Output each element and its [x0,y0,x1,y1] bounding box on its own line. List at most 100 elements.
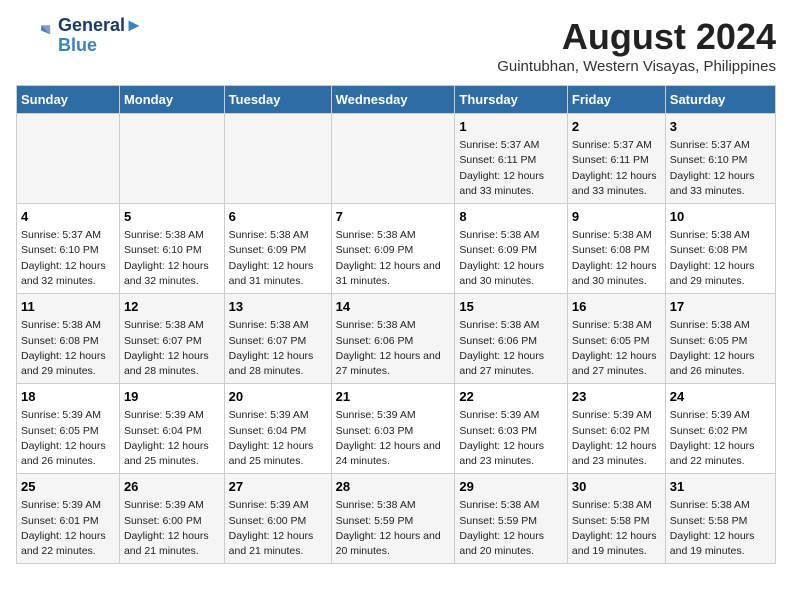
day-content: Sunrise: 5:38 AM Sunset: 6:10 PM Dayligh… [124,228,220,289]
calendar-cell: 10Sunrise: 5:38 AM Sunset: 6:08 PM Dayli… [665,204,775,294]
day-number: 15 [459,298,563,316]
day-number: 28 [336,478,451,496]
day-content: Sunrise: 5:39 AM Sunset: 6:04 PM Dayligh… [229,408,327,469]
day-content: Sunrise: 5:38 AM Sunset: 6:09 PM Dayligh… [336,228,451,289]
header-cell-friday: Friday [567,86,665,114]
week-row-5: 25Sunrise: 5:39 AM Sunset: 6:01 PM Dayli… [17,474,776,564]
day-number: 4 [21,208,115,226]
calendar-cell: 16Sunrise: 5:38 AM Sunset: 6:05 PM Dayli… [567,294,665,384]
header-cell-wednesday: Wednesday [331,86,455,114]
week-row-4: 18 Sunrise: 5:39 AM Sunset: 6:05 PM Dayli… [17,384,776,474]
day-content: Sunrise: 5:39 AM Sunset: 6:05 PM Dayligh… [21,408,115,469]
main-title: August 2024 [497,16,776,58]
day-content: Sunrise: 5:39 AM Sunset: 6:00 PM Dayligh… [229,498,327,559]
day-number: 22 [459,388,563,406]
week-row-2: 4 Sunrise: 5:37 AM Sunset: 6:10 PM Daylig… [17,204,776,294]
day-content: Sunrise: 5:38 AM Sunset: 6:05 PM Dayligh… [670,318,771,379]
day-number: 1 [459,118,563,136]
calendar-cell: 12 Sunrise: 5:38 AM Sunset: 6:07 PM Dayli… [119,294,224,384]
day-content: Sunrise: 5:39 AM Sunset: 6:02 PM Dayligh… [670,408,771,469]
day-content: Sunrise: 5:37 AM Sunset: 6:11 PM Dayligh… [572,138,661,199]
subtitle: Guintubhan, Western Visayas, Philippines [497,58,776,75]
day-content: Sunrise: 5:38 AM Sunset: 6:09 PM Dayligh… [229,228,327,289]
day-content: Sunrise: 5:38 AM Sunset: 6:06 PM Dayligh… [336,318,451,379]
calendar-cell: 3Sunrise: 5:37 AM Sunset: 6:10 PM Daylig… [665,114,775,204]
day-number: 27 [229,478,327,496]
day-number: 26 [124,478,220,496]
day-content: Sunrise: 5:37 AM Sunset: 6:10 PM Dayligh… [670,138,771,199]
day-number: 9 [572,208,661,226]
calendar-cell: 7 Sunrise: 5:38 AM Sunset: 6:09 PM Daylig… [331,204,455,294]
calendar-cell: 2 Sunrise: 5:37 AM Sunset: 6:11 PM Daylig… [567,114,665,204]
day-number: 21 [336,388,451,406]
day-content: Sunrise: 5:39 AM Sunset: 6:03 PM Dayligh… [336,408,451,469]
day-number: 7 [336,208,451,226]
day-content: Sunrise: 5:37 AM Sunset: 6:11 PM Dayligh… [459,138,563,199]
logo-icon [16,18,52,54]
day-number: 29 [459,478,563,496]
calendar-cell: 4 Sunrise: 5:37 AM Sunset: 6:10 PM Daylig… [17,204,120,294]
day-number: 23 [572,388,661,406]
header-cell-sunday: Sunday [17,86,120,114]
calendar-cell: 25Sunrise: 5:39 AM Sunset: 6:01 PM Dayli… [17,474,120,564]
day-number: 13 [229,298,327,316]
week-row-1: 1 Sunrise: 5:37 AM Sunset: 6:11 PM Daylig… [17,114,776,204]
calendar-cell: 20 Sunrise: 5:39 AM Sunset: 6:04 PM Dayli… [224,384,331,474]
calendar-cell: 15Sunrise: 5:38 AM Sunset: 6:06 PM Dayli… [455,294,568,384]
day-content: Sunrise: 5:39 AM Sunset: 6:04 PM Dayligh… [124,408,220,469]
calendar-cell: 19 Sunrise: 5:39 AM Sunset: 6:04 PM Dayli… [119,384,224,474]
calendar-cell: 1 Sunrise: 5:37 AM Sunset: 6:11 PM Daylig… [455,114,568,204]
day-number: 10 [670,208,771,226]
calendar-cell: 13 Sunrise: 5:38 AM Sunset: 6:07 PM Dayli… [224,294,331,384]
calendar-cell: 18 Sunrise: 5:39 AM Sunset: 6:05 PM Dayli… [17,384,120,474]
calendar-cell: 5 Sunrise: 5:38 AM Sunset: 6:10 PM Daylig… [119,204,224,294]
day-number: 5 [124,208,220,226]
header-cell-tuesday: Tuesday [224,86,331,114]
calendar-cell: 28 Sunrise: 5:38 AM Sunset: 5:59 PM Dayli… [331,474,455,564]
calendar-cell: 27 Sunrise: 5:39 AM Sunset: 6:00 PM Dayli… [224,474,331,564]
calendar-cell: 6Sunrise: 5:38 AM Sunset: 6:09 PM Daylig… [224,204,331,294]
day-number: 18 [21,388,115,406]
day-number: 2 [572,118,661,136]
day-content: Sunrise: 5:38 AM Sunset: 6:08 PM Dayligh… [21,318,115,379]
day-number: 24 [670,388,771,406]
calendar-cell: 26Sunrise: 5:39 AM Sunset: 6:00 PM Dayli… [119,474,224,564]
day-number: 12 [124,298,220,316]
day-number: 14 [336,298,451,316]
header-cell-saturday: Saturday [665,86,775,114]
calendar-cell: 30Sunrise: 5:38 AM Sunset: 5:58 PM Dayli… [567,474,665,564]
day-content: Sunrise: 5:38 AM Sunset: 6:07 PM Dayligh… [229,318,327,379]
calendar-cell [17,114,120,204]
calendar-cell: 31 Sunrise: 5:38 AM Sunset: 5:58 PM Dayli… [665,474,775,564]
day-content: Sunrise: 5:38 AM Sunset: 6:07 PM Dayligh… [124,318,220,379]
day-content: Sunrise: 5:37 AM Sunset: 6:10 PM Dayligh… [21,228,115,289]
calendar-cell [224,114,331,204]
week-row-3: 11Sunrise: 5:38 AM Sunset: 6:08 PM Dayli… [17,294,776,384]
day-number: 8 [459,208,563,226]
calendar-cell: 17Sunrise: 5:38 AM Sunset: 6:05 PM Dayli… [665,294,775,384]
logo-text: General► Blue [58,16,143,56]
day-number: 19 [124,388,220,406]
day-content: Sunrise: 5:38 AM Sunset: 5:58 PM Dayligh… [572,498,661,559]
day-number: 25 [21,478,115,496]
day-content: Sunrise: 5:39 AM Sunset: 6:03 PM Dayligh… [459,408,563,469]
calendar-cell: 22 Sunrise: 5:39 AM Sunset: 6:03 PM Dayli… [455,384,568,474]
calendar-cell: 29 Sunrise: 5:38 AM Sunset: 5:59 PM Dayli… [455,474,568,564]
day-content: Sunrise: 5:38 AM Sunset: 5:59 PM Dayligh… [459,498,563,559]
calendar-cell: 9Sunrise: 5:38 AM Sunset: 6:08 PM Daylig… [567,204,665,294]
header-row: SundayMondayTuesdayWednesdayThursdayFrid… [17,86,776,114]
calendar-cell: 24 Sunrise: 5:39 AM Sunset: 6:02 PM Dayli… [665,384,775,474]
day-content: Sunrise: 5:38 AM Sunset: 5:58 PM Dayligh… [670,498,771,559]
day-number: 16 [572,298,661,316]
header-cell-monday: Monday [119,86,224,114]
calendar-cell: 14 Sunrise: 5:38 AM Sunset: 6:06 PM Dayli… [331,294,455,384]
day-content: Sunrise: 5:38 AM Sunset: 5:59 PM Dayligh… [336,498,451,559]
day-number: 31 [670,478,771,496]
header-cell-thursday: Thursday [455,86,568,114]
day-number: 20 [229,388,327,406]
calendar-cell [331,114,455,204]
day-content: Sunrise: 5:39 AM Sunset: 6:02 PM Dayligh… [572,408,661,469]
calendar-cell: 8Sunrise: 5:38 AM Sunset: 6:09 PM Daylig… [455,204,568,294]
logo: General► Blue [16,16,143,56]
title-area: August 2024 Guintubhan, Western Visayas,… [497,16,776,75]
